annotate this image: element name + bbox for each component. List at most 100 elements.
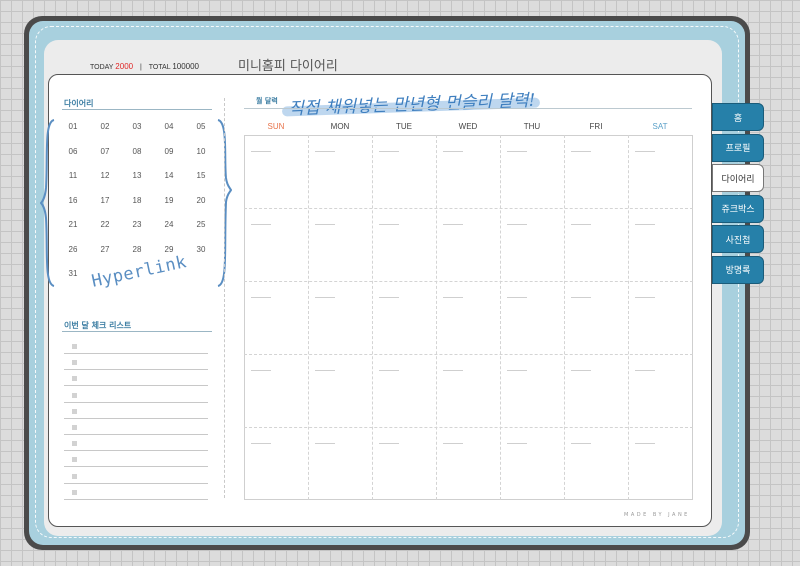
checkbox[interactable]: [72, 425, 77, 430]
day-link[interactable]: 25: [189, 220, 213, 229]
day-link[interactable]: 11: [61, 171, 85, 180]
day-link[interactable]: 10: [189, 147, 213, 156]
day-link[interactable]: 02: [93, 122, 117, 131]
date-cell-mark[interactable]: [379, 224, 399, 225]
checklist-item[interactable]: [64, 387, 208, 403]
day-link[interactable]: 19: [157, 196, 181, 205]
checkbox[interactable]: [72, 408, 77, 414]
date-cell-mark[interactable]: [315, 297, 335, 298]
checklist-item[interactable]: [64, 468, 208, 484]
date-cell-mark[interactable]: [507, 151, 527, 152]
date-cell-mark[interactable]: [315, 370, 335, 371]
checkbox[interactable]: [72, 392, 77, 398]
checklist-item[interactable]: [64, 370, 208, 387]
date-cell-mark[interactable]: [251, 297, 271, 298]
date-cell-mark[interactable]: [315, 443, 335, 444]
date-cell-mark[interactable]: [571, 224, 591, 225]
checkbox[interactable]: [72, 489, 77, 495]
day-link[interactable]: 06: [61, 147, 85, 156]
date-cell-mark[interactable]: [571, 151, 591, 152]
date-cell-mark[interactable]: [635, 443, 655, 444]
date-cell-mark[interactable]: [635, 224, 655, 225]
checkbox[interactable]: [72, 457, 77, 463]
date-cell-mark[interactable]: [251, 224, 271, 225]
date-cell-mark[interactable]: [443, 443, 463, 444]
day-link[interactable]: 13: [125, 171, 149, 180]
day-link[interactable]: 29: [157, 245, 181, 254]
day-link[interactable]: 12: [93, 171, 117, 180]
tab-2[interactable]: 다이어리: [712, 164, 764, 192]
tab-1[interactable]: 프로필: [712, 133, 764, 162]
date-cell-mark[interactable]: [379, 443, 399, 444]
date-cell-mark[interactable]: [507, 443, 527, 444]
checkbox[interactable]: [72, 376, 77, 382]
date-cell-mark[interactable]: [379, 370, 399, 371]
column-divider: [224, 98, 225, 498]
tab-0[interactable]: 홈: [712, 103, 764, 131]
date-cell-mark[interactable]: [315, 224, 335, 225]
date-cell-mark[interactable]: [251, 443, 271, 444]
day-link[interactable]: 14: [157, 171, 181, 180]
date-cell-mark[interactable]: [635, 297, 655, 298]
checklist-item[interactable]: [64, 435, 208, 452]
day-link[interactable]: 26: [61, 245, 85, 254]
day-link[interactable]: 03: [125, 122, 149, 131]
date-cell-mark[interactable]: [571, 370, 591, 371]
date-cell-mark[interactable]: [443, 224, 463, 225]
day-link[interactable]: 18: [125, 196, 149, 205]
weekday-label: TUE: [396, 122, 412, 131]
grid-row-line: [244, 354, 693, 355]
weekday-label: SUN: [267, 122, 285, 131]
day-link[interactable]: 24: [157, 220, 181, 229]
checklist-item[interactable]: [64, 484, 208, 500]
date-cell-mark[interactable]: [571, 443, 591, 444]
day-link[interactable]: 22: [93, 220, 117, 229]
day-link[interactable]: 28: [125, 245, 149, 254]
checklist-item[interactable]: [64, 403, 208, 419]
day-link[interactable]: 16: [61, 196, 85, 205]
tab-4[interactable]: 사진첩: [712, 225, 764, 253]
tab-3[interactable]: 쥬크박스: [712, 194, 764, 223]
date-cell-mark[interactable]: [571, 297, 591, 298]
date-cell-mark[interactable]: [443, 151, 463, 152]
day-link[interactable]: 23: [125, 220, 149, 229]
day-link[interactable]: 30: [189, 245, 213, 254]
day-link[interactable]: 05: [189, 122, 213, 131]
date-cell-mark[interactable]: [379, 151, 399, 152]
day-link[interactable]: 15: [189, 171, 213, 180]
day-link[interactable]: 04: [157, 122, 181, 131]
date-cell-mark[interactable]: [315, 151, 335, 152]
checklist-item[interactable]: [64, 419, 208, 435]
day-link[interactable]: 21: [61, 220, 85, 229]
day-link[interactable]: 20: [189, 196, 213, 205]
checklist-item[interactable]: [64, 354, 208, 371]
date-cell-mark[interactable]: [379, 297, 399, 298]
date-cell-mark[interactable]: [251, 370, 271, 371]
day-link[interactable]: 31: [61, 269, 85, 278]
grid-column-line: [564, 135, 565, 500]
page-title: 미니홈피 다이어리: [238, 59, 338, 74]
date-cell-mark[interactable]: [443, 370, 463, 371]
day-link[interactable]: 17: [93, 196, 117, 205]
grid-column-line: [500, 135, 501, 500]
date-cell-mark[interactable]: [507, 370, 527, 371]
day-link[interactable]: 08: [125, 147, 149, 156]
date-cell-mark[interactable]: [443, 297, 463, 298]
tab-5[interactable]: 방명록: [712, 255, 764, 284]
day-link[interactable]: 09: [157, 147, 181, 156]
date-cell-mark[interactable]: [635, 151, 655, 152]
date-cell-mark[interactable]: [507, 297, 527, 298]
checklist-item[interactable]: [64, 451, 208, 468]
date-cell-mark[interactable]: [507, 224, 527, 225]
checkbox[interactable]: [72, 473, 77, 479]
day-link[interactable]: 07: [93, 147, 117, 156]
checkbox[interactable]: [72, 441, 77, 447]
day-link[interactable]: 01: [61, 122, 85, 131]
checklist-item[interactable]: [64, 338, 208, 354]
date-cell-mark[interactable]: [251, 151, 271, 152]
checkbox[interactable]: [72, 344, 77, 349]
day-link[interactable]: 27: [93, 245, 117, 254]
visit-counter: TODAY 2000 | TOTAL 100000: [90, 62, 199, 71]
date-cell-mark[interactable]: [635, 370, 655, 371]
checkbox[interactable]: [72, 360, 77, 366]
